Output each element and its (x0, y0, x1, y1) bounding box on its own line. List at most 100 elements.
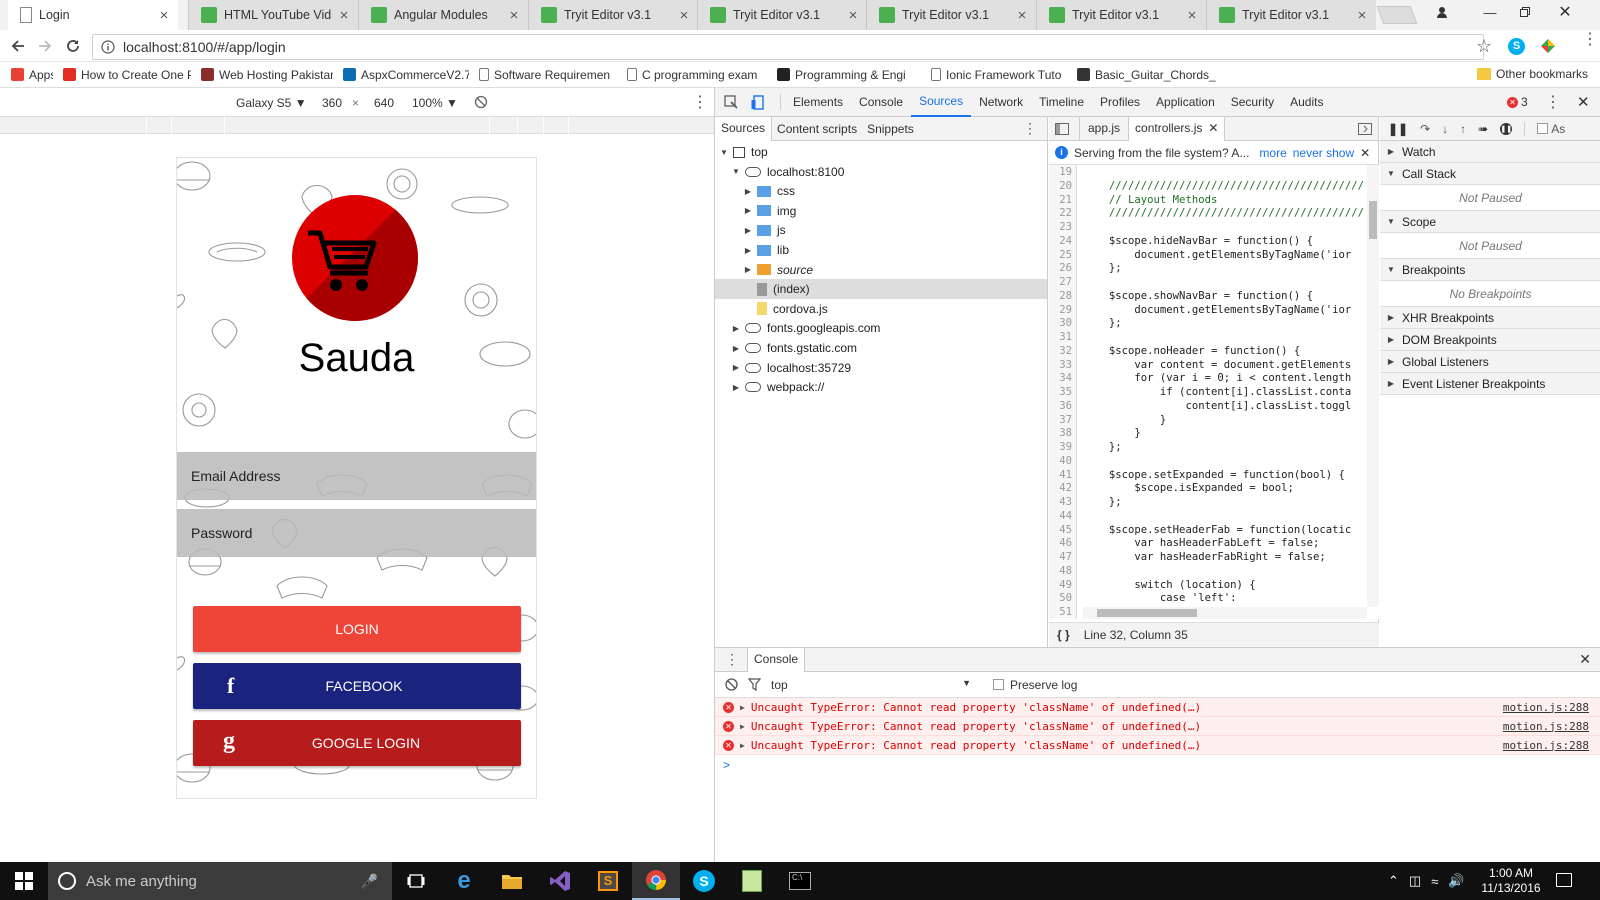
devtools-close-icon[interactable]: ✕ (1577, 93, 1590, 111)
drawer-menu-icon[interactable]: ⋮ (725, 651, 739, 668)
line-number[interactable]: 47 (1049, 550, 1077, 564)
line-number[interactable]: 44 (1049, 508, 1077, 523)
collapse-arrow-icon[interactable]: ▼ (719, 148, 729, 157)
event-listener-breakpoints-section[interactable]: ▶ Event Listener Breakpoints (1380, 373, 1600, 395)
line-number[interactable]: 22 (1049, 206, 1077, 221)
browser-tab[interactable]: Tryit Editor v3.1 × (1206, 0, 1376, 30)
code-line[interactable]: 23 (1049, 220, 1379, 234)
start-button[interactable] (0, 862, 48, 900)
editor-tab-controllersjs[interactable]: controllers.js ✕ (1129, 116, 1226, 141)
code-line[interactable]: 25 document.getElementsByTagName('ior (1049, 247, 1379, 262)
console-tab[interactable]: Console (747, 647, 806, 672)
line-number[interactable]: 38 (1049, 426, 1077, 441)
hscroll-thumb[interactable] (1097, 609, 1197, 617)
expand-arrow-icon[interactable]: ▶ (731, 383, 741, 392)
volume-icon[interactable]: 🔊 (1448, 873, 1464, 889)
browser-tab[interactable]: Angular Modules × (358, 0, 528, 30)
bookmark-item[interactable]: Software Requiremen (474, 68, 622, 82)
deactivate-breakpoints-icon[interactable]: ➠ (1478, 122, 1488, 136)
zoom-select[interactable]: 100% ▼ (412, 96, 458, 110)
line-number[interactable]: 27 (1049, 275, 1077, 289)
expand-arrow-icon[interactable]: ▶ (743, 187, 753, 196)
expand-arrow-icon[interactable]: ▶ (743, 265, 753, 274)
close-tab-icon[interactable]: ✕ (1208, 117, 1218, 141)
info-icon[interactable] (101, 40, 115, 54)
code-line[interactable]: 37 } (1049, 412, 1379, 427)
line-number[interactable]: 41 (1049, 467, 1077, 482)
device-height[interactable]: 640 (374, 96, 394, 110)
code-line[interactable]: 35 if (content[i].classList.conta (1049, 385, 1379, 399)
code-line[interactable]: 20 /////////////////////////////////////… (1049, 178, 1379, 193)
collapse-arrow-icon[interactable]: ▼ (731, 167, 741, 176)
reload-icon[interactable] (65, 38, 81, 54)
editor-tab-appjs[interactable]: app.js (1079, 116, 1130, 141)
code-line[interactable]: 46 var hasHeaderFabLeft = false; (1049, 536, 1379, 551)
tree-item[interactable]: ▶ source (715, 260, 1047, 280)
xhr-breakpoints-section[interactable]: ▶ XHR Breakpoints (1380, 307, 1600, 329)
step-into-icon[interactable]: ↓ (1442, 122, 1448, 136)
horizontal-scrollbar[interactable] (1083, 607, 1367, 619)
bookmark-item[interactable]: How to Create One Pa (58, 68, 196, 82)
close-tab-icon[interactable]: × (847, 7, 859, 24)
expand-arrow-icon[interactable]: ▶ (743, 206, 753, 215)
navigator-tab-sources[interactable]: Sources (715, 116, 773, 141)
scope-section[interactable]: ▼ Scope (1380, 211, 1600, 233)
code-line[interactable]: 30 }; (1049, 316, 1379, 331)
line-number[interactable]: 23 (1049, 220, 1077, 234)
expand-arrow-icon[interactable]: ▶ (731, 324, 741, 333)
close-tab-icon[interactable]: × (678, 7, 690, 24)
line-number[interactable]: 25 (1049, 247, 1077, 262)
line-number[interactable]: 29 (1049, 302, 1077, 317)
code-line[interactable]: 43 }; (1049, 495, 1379, 509)
code-line[interactable]: 44 (1049, 508, 1379, 523)
devtools-tab-elements[interactable]: Elements (785, 88, 851, 117)
back-icon[interactable] (10, 38, 26, 54)
console-error-row[interactable]: ✕ ▶ Uncaught TypeError: Cannot read proper… (715, 717, 1600, 736)
bookmark-item[interactable]: C programming exam (622, 68, 772, 82)
line-number[interactable]: 37 (1049, 412, 1077, 427)
google-login-button[interactable]: g GOOGLE LOGIN (193, 720, 521, 766)
breakpoints-section[interactable]: ▼ Breakpoints (1380, 259, 1600, 281)
line-number[interactable]: 26 (1049, 261, 1077, 276)
browser-tab[interactable]: Tryit Editor v3.1 × (866, 0, 1036, 30)
close-tab-icon[interactable]: × (508, 7, 520, 24)
tree-item[interactable]: (index) (715, 279, 1047, 300)
step-out-icon[interactable]: ↑ (1460, 122, 1466, 136)
expand-arrow-icon[interactable]: ▶ (731, 363, 741, 372)
line-number[interactable]: 49 (1049, 577, 1077, 592)
pause-on-exceptions-icon[interactable]: ❚❚ (1500, 122, 1513, 135)
preserve-log-checkbox[interactable]: Preserve log (993, 678, 1077, 692)
password-field[interactable]: Password (177, 509, 536, 557)
code-line[interactable]: 42 $scope.isExpanded = bool; (1049, 481, 1379, 496)
call-stack-section[interactable]: ▼ Call Stack (1380, 163, 1600, 185)
file-explorer-icon[interactable] (488, 862, 536, 900)
forward-icon[interactable] (37, 38, 53, 54)
error-source-link[interactable]: motion.js:288 (1503, 701, 1589, 714)
chart-app-icon[interactable] (728, 862, 776, 900)
devtools-tab-application[interactable]: Application (1148, 88, 1223, 117)
restore-button[interactable] (1508, 0, 1542, 24)
line-number[interactable]: 50 (1049, 591, 1077, 606)
line-number[interactable]: 39 (1049, 440, 1077, 454)
line-number[interactable]: 21 (1049, 192, 1077, 207)
bookmark-item[interactable]: Ionic Framework Tuto (926, 68, 1072, 82)
watch-section[interactable]: ▶ Watch (1380, 141, 1600, 163)
inspect-icon[interactable] (724, 94, 739, 110)
line-number[interactable]: 24 (1049, 233, 1077, 248)
wifi-icon[interactable]: ≈ (1431, 874, 1438, 889)
devtools-menu-icon[interactable]: ⋮ (1545, 92, 1561, 112)
line-number[interactable]: 51 (1049, 605, 1077, 619)
bookmark-item[interactable]: Basic_Guitar_Chords_ (1072, 68, 1222, 82)
line-number[interactable]: 31 (1049, 330, 1077, 344)
close-tab-icon[interactable]: × (158, 7, 170, 24)
bookmark-item[interactable]: Apps (6, 68, 58, 82)
media-query-bar[interactable] (0, 117, 714, 134)
error-source-link[interactable]: motion.js:288 (1503, 720, 1589, 733)
line-number[interactable]: 32 (1049, 343, 1077, 358)
console-prompt[interactable]: > (715, 755, 1600, 775)
code-line[interactable]: 34 for (var i = 0; i < content.length (1049, 371, 1379, 386)
tree-item[interactable]: ▶ webpack:// (715, 377, 1047, 397)
cortana-search[interactable]: Ask me anything 🎤 (48, 862, 392, 900)
info-never-show-link[interactable]: never show (1293, 146, 1354, 160)
show-hidden-icons[interactable]: ⌃ (1388, 873, 1399, 889)
